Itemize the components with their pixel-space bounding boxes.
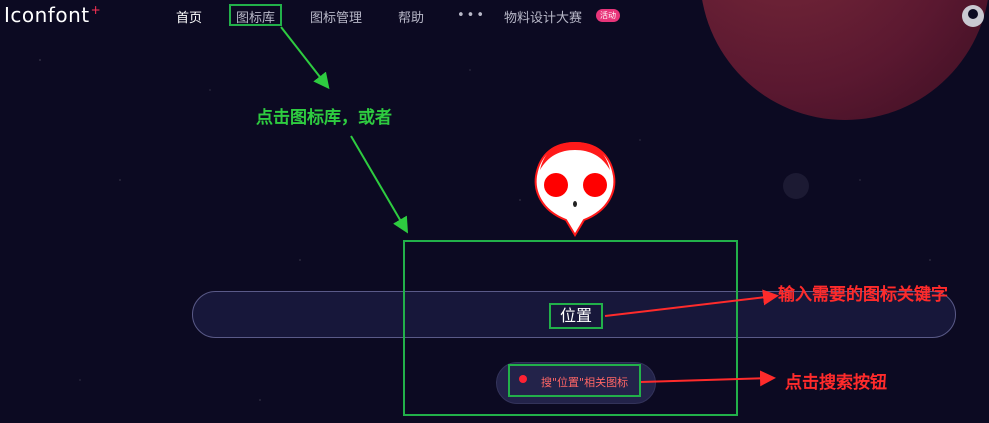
arrow-to-library (280, 26, 330, 90)
arrow-to-search (350, 135, 409, 234)
annotation-click-search: 点击搜索按钮 (785, 373, 887, 393)
arrow-to-button (640, 370, 776, 387)
arrow-to-input (604, 289, 779, 317)
annotation-click-library: 点击图标库，或者 (256, 108, 392, 128)
annotation-enter-keyword: 输入需要的图标关键字 (778, 285, 948, 305)
annotation-arrows (280, 26, 779, 387)
